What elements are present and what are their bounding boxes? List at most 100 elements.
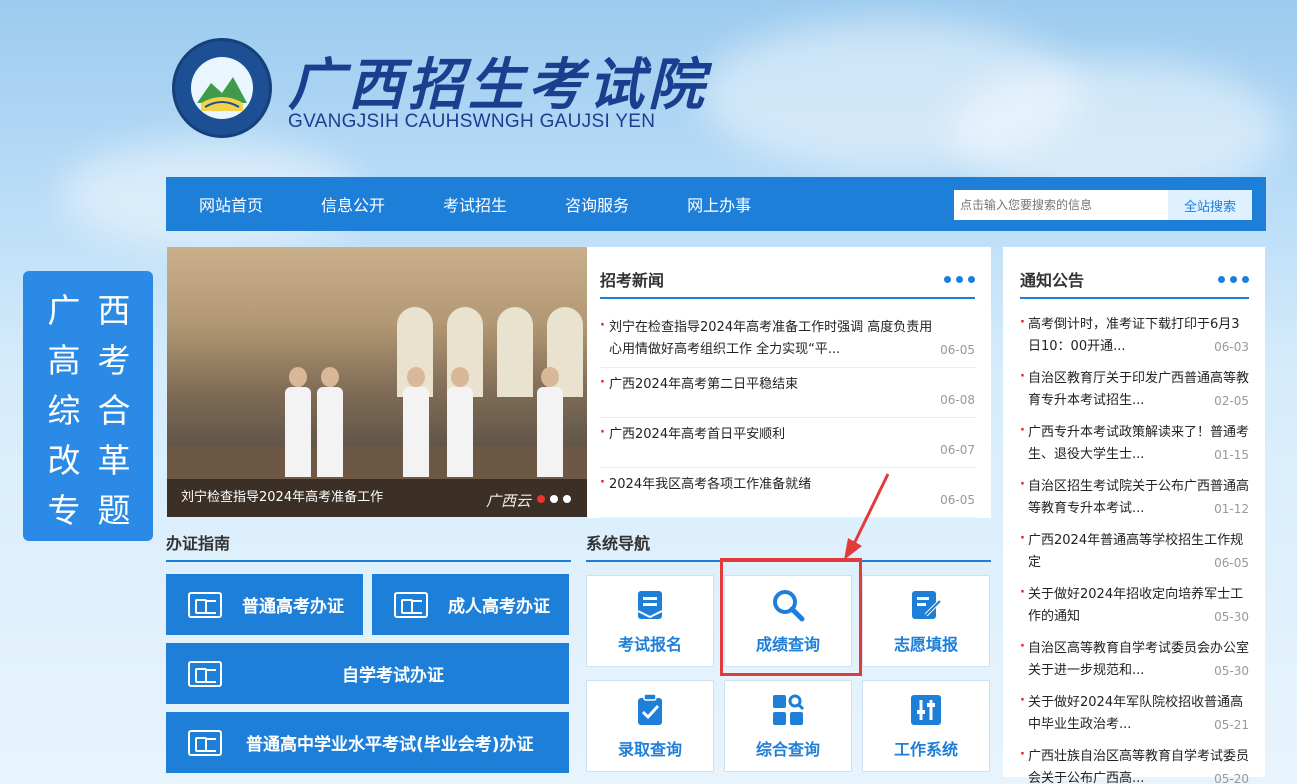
search-button[interactable]: 全站搜索 (1168, 190, 1252, 220)
nav-item-online-services[interactable]: 网上办事 (687, 192, 751, 216)
work-system-tile[interactable]: 工作系统 (862, 680, 990, 772)
sliders-icon (911, 695, 941, 725)
self-study-cert-label: 自学考试办证 (342, 666, 444, 686)
banner-char: 合 (97, 391, 131, 430)
admission-query-tile[interactable]: 录取查询 (586, 680, 714, 772)
notice-item[interactable]: 广西壮族自治区高等教育自学考试委员会关于公布广西高...05-20 (1020, 741, 1249, 784)
news-item-date: 06-05 (940, 493, 975, 507)
news-item-date: 06-08 (940, 393, 975, 407)
more-icon[interactable] (944, 275, 975, 283)
notice-item-date: 05-30 (1214, 610, 1249, 624)
notice-item-date: 02-05 (1214, 394, 1249, 408)
slide-photo-person (285, 367, 311, 477)
main-navigation: 网站首页 信息公开 考试招生 咨询服务 网上办事 全站搜索 (166, 177, 1266, 231)
exam-registration-label: 考试报名 (617, 635, 682, 654)
adult-exam-cert-label: 成人高考办证 (448, 597, 550, 617)
search-input[interactable] (954, 190, 1168, 220)
notice-item-date: 06-03 (1214, 340, 1249, 354)
mountain-book-icon (197, 77, 247, 111)
more-icon[interactable] (1218, 275, 1249, 283)
edit-form-icon (912, 591, 942, 619)
slide-watermark-logo: 广西云 (485, 492, 531, 510)
nav-item-consulting[interactable]: 咨询服务 (565, 192, 629, 216)
notice-item-date: 01-12 (1214, 502, 1249, 516)
id-card-icon (188, 660, 222, 687)
news-item-title[interactable]: 2024年我区高考各项工作准备就绪 (609, 474, 975, 496)
notice-item-date: 06-05 (1214, 556, 1249, 570)
slide-photo-person (403, 367, 429, 477)
nav-item-home[interactable]: 网站首页 (199, 192, 263, 216)
id-card-icon (188, 729, 222, 756)
notice-item[interactable]: 广西专升本考试政策解读来了！普通考生、退役大学生士...01-15 (1020, 417, 1249, 471)
banner-char: 革 (97, 441, 131, 480)
news-item[interactable]: 广西2024年高考首日平安顺利06-07 (600, 418, 975, 468)
nav-item-info-disclosure[interactable]: 信息公开 (321, 192, 385, 216)
slide-photo-person (447, 367, 473, 477)
gaokao-cert-button[interactable]: 普通高考办证 (166, 574, 363, 635)
news-item-title[interactable]: 刘宁在检查指导2024年高考准备工作时强调 高度负责用心用情做好高考组织工作 全… (609, 317, 975, 361)
academic-level-cert-button[interactable]: 普通高中学业水平考试(毕业会考)办证 (166, 712, 569, 773)
slide-dot[interactable] (550, 495, 558, 503)
site-title-chinese: 广西招生考试院 (288, 52, 708, 118)
guide-section-title: 办证指南 (166, 530, 571, 562)
notice-item[interactable]: 自治区招生考试院关于公布广西普通高等教育专升本考试...01-12 (1020, 471, 1249, 525)
comprehensive-query-label: 综合查询 (755, 740, 820, 759)
notice-panel-header: 通知公告 (1020, 267, 1249, 299)
slide-dot[interactable] (563, 495, 571, 503)
notice-item[interactable]: 高考倒计时，准考证下载打印于6月3日10：00开通...06-03 (1020, 309, 1249, 363)
register-icon (637, 591, 663, 619)
news-panel-title: 招考新闻 (600, 271, 665, 290)
academic-level-cert-label: 普通高中学业水平考试(毕业会考)办证 (246, 735, 534, 755)
notice-item[interactable]: 自治区高等教育自学考试委员会办公室关于进一步规范和...05-30 (1020, 633, 1249, 687)
notice-item-date: 05-21 (1214, 718, 1249, 732)
application-filling-tile[interactable]: 志愿填报 (862, 575, 990, 667)
exam-registration-tile[interactable]: 考试报名 (586, 575, 714, 667)
news-item[interactable]: 2024年我区高考各项工作准备就绪06-05 (600, 468, 975, 518)
news-item[interactable]: 刘宁在检查指导2024年高考准备工作时强调 高度负责用心用情做好高考组织工作 全… (600, 311, 975, 368)
banner-char: 高 (47, 341, 81, 380)
news-item-date: 06-07 (940, 443, 975, 457)
news-item-title[interactable]: 广西2024年高考第二日平稳结束 (609, 374, 975, 396)
news-item[interactable]: 广西2024年高考第二日平稳结束06-08 (600, 368, 975, 418)
admission-query-label: 录取查询 (617, 740, 682, 759)
banner-char: 西 (97, 291, 131, 330)
adult-exam-cert-button[interactable]: 成人高考办证 (372, 574, 569, 635)
banner-char: 专 (47, 491, 81, 530)
site-title-english: GVANGJSIH CAUHSWNGH GAUJSI YEN (288, 111, 656, 132)
work-system-label: 工作系统 (893, 740, 958, 759)
news-slideshow[interactable]: 刘宁检查指导2024年高考准备工作 广西云 (167, 247, 587, 517)
banner-char: 综 (47, 391, 81, 430)
site-logo-seal[interactable] (172, 38, 272, 138)
news-panel-header: 招考新闻 (600, 267, 975, 299)
slide-photo-person (537, 367, 563, 477)
news-panel: 招考新闻 刘宁在检查指导2024年高考准备工作时强调 高度负责用心用情做好高考组… (587, 247, 991, 518)
notice-item-date: 05-20 (1214, 772, 1249, 784)
news-item-date: 06-05 (940, 343, 975, 357)
notice-item-date: 05-30 (1214, 664, 1249, 678)
application-filling-label: 志愿填报 (893, 635, 958, 654)
notice-list: 高考倒计时，准考证下载打印于6月3日10：00开通...06-03 自治区教育厅… (1020, 309, 1249, 784)
clipboard-check-icon (638, 693, 662, 725)
notice-item[interactable]: 关于做好2024年招收定向培养军士工作的通知05-30 (1020, 579, 1249, 633)
self-study-cert-button[interactable]: 自学考试办证 (166, 643, 569, 704)
id-card-icon (394, 591, 428, 618)
news-item-title[interactable]: 广西2024年高考首日平安顺利 (609, 424, 975, 446)
notice-item[interactable]: 广西2024年普通高等学校招生工作规定06-05 (1020, 525, 1249, 579)
grid-search-icon (773, 694, 805, 725)
slide-photo-person (317, 367, 343, 477)
banner-char: 题 (97, 491, 131, 530)
gaokao-reform-topic-banner[interactable]: 广 西 高 考 综 合 改 革 专 题 (23, 271, 153, 541)
nav-item-exam-enrollment[interactable]: 考试招生 (443, 192, 507, 216)
notice-item-date: 01-15 (1214, 448, 1249, 462)
notice-item[interactable]: 自治区教育厅关于印发广西普通高等教育专升本考试招生...02-05 (1020, 363, 1249, 417)
banner-char: 改 (47, 441, 81, 480)
logo-emblem (191, 57, 253, 119)
notice-panel-title: 通知公告 (1020, 271, 1085, 290)
notice-item[interactable]: 关于做好2024年军队院校招收普通高中毕业生政治考...05-21 (1020, 687, 1249, 741)
slide-dot[interactable] (537, 495, 545, 503)
slide-pagination (537, 495, 571, 503)
banner-char: 广 (47, 291, 81, 330)
comprehensive-query-tile[interactable]: 综合查询 (724, 680, 852, 772)
gaokao-cert-label: 普通高考办证 (242, 597, 344, 617)
site-search: 全站搜索 (954, 190, 1252, 220)
